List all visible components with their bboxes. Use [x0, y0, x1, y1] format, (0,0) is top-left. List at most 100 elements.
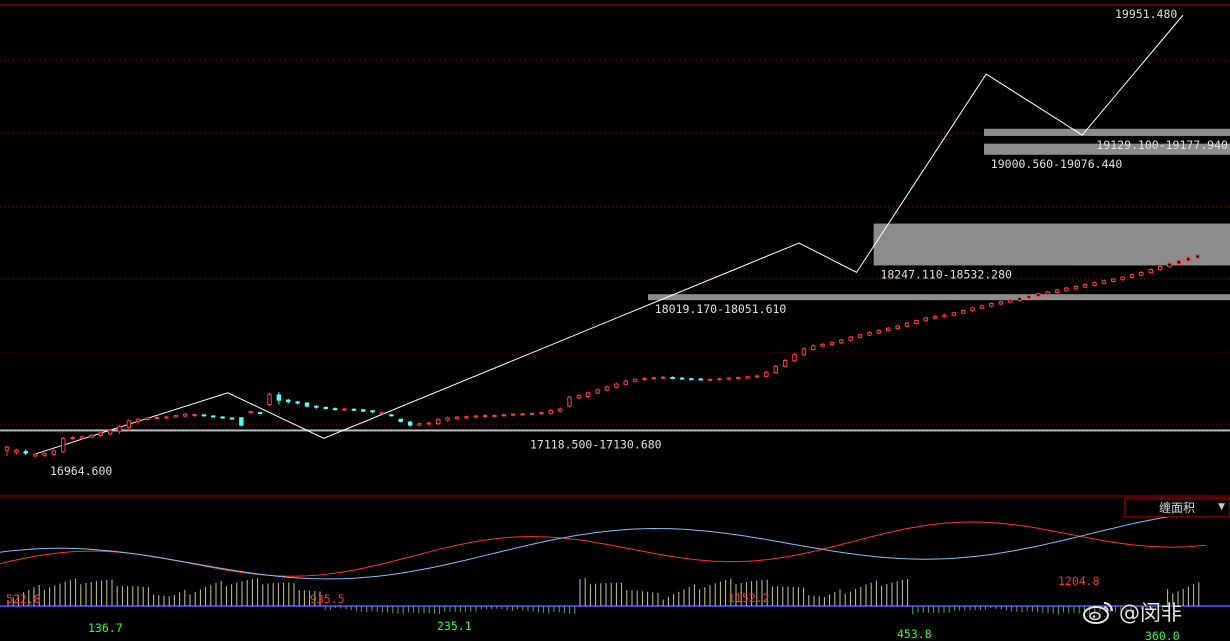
- candle: [764, 370, 769, 378]
- candle: [951, 311, 957, 317]
- indicator-value-label: 935.5: [310, 592, 345, 606]
- candle: [961, 309, 966, 315]
- candle: [576, 394, 582, 399]
- candle: [520, 413, 525, 416]
- candle: [726, 377, 732, 380]
- candle: [651, 376, 657, 380]
- candle: [436, 417, 441, 426]
- candle: [14, 448, 19, 455]
- candle: [154, 416, 160, 420]
- indicator-dropdown[interactable]: 缠面积 ▼: [1124, 498, 1230, 517]
- candle: [342, 408, 347, 411]
- candle: [1082, 283, 1088, 289]
- candle: [117, 425, 122, 434]
- candle: [23, 449, 28, 456]
- candle: [286, 398, 291, 404]
- indicator-value-label: 522.8: [6, 592, 41, 606]
- candle: [1092, 281, 1097, 287]
- indicator-labels: 522.8 136.7 935.5 235.1 1152.2 453.8 1204.8 360…: [6, 574, 1180, 641]
- candle: [707, 378, 713, 381]
- candle: [492, 414, 497, 418]
- candle: [614, 382, 619, 389]
- candle: [229, 417, 235, 420]
- candle: [1120, 276, 1125, 281]
- candle: [314, 405, 319, 409]
- candle: [482, 414, 488, 418]
- candle: [604, 385, 610, 392]
- candle: [4, 445, 10, 456]
- candle: [126, 419, 132, 431]
- candle: [417, 422, 422, 427]
- candle: [145, 416, 150, 421]
- indicator-value-label: 136.7: [88, 621, 123, 635]
- candle: [51, 449, 57, 456]
- candle: [248, 411, 253, 414]
- candle: [792, 353, 797, 362]
- candle: [182, 413, 188, 418]
- pivot-zone-label-2: 18247.110-18532.280: [880, 267, 1012, 281]
- candle: [1073, 285, 1078, 290]
- indicator-value-label: 235.1: [437, 619, 472, 633]
- candle: [98, 432, 103, 437]
- candle: [745, 375, 750, 379]
- candle: [295, 400, 300, 405]
- candle: [914, 319, 919, 325]
- candle: [473, 414, 478, 419]
- pivot-zone-label-4: 19129.100-19177.940: [1096, 138, 1228, 152]
- indicator-value-label: 1152.2: [728, 591, 770, 605]
- candle: [970, 306, 975, 313]
- candle: [754, 375, 760, 378]
- candle: [89, 433, 94, 439]
- candle: [557, 407, 563, 413]
- candle: [773, 364, 778, 374]
- candle: [820, 342, 825, 348]
- candle: [1036, 292, 1041, 298]
- candle: [876, 329, 882, 335]
- candle: [679, 376, 685, 380]
- candle: [267, 392, 272, 407]
- candle: [904, 322, 910, 328]
- candle: [136, 417, 141, 424]
- candle: [642, 377, 647, 381]
- candle: [389, 413, 394, 417]
- candle: [623, 379, 628, 386]
- candle: [895, 324, 900, 330]
- indicator-value-label: 360.0: [1145, 629, 1180, 641]
- candle: [989, 302, 994, 308]
- candle: [164, 415, 169, 419]
- candle: [426, 422, 432, 426]
- candlesticks: [4, 253, 1200, 458]
- candle: [998, 300, 1003, 305]
- candle: [782, 359, 788, 368]
- candle: [361, 408, 366, 413]
- candle: [942, 313, 947, 318]
- candle: [445, 416, 450, 422]
- candle: [539, 411, 544, 415]
- candle: [632, 378, 638, 383]
- candle: [1167, 262, 1172, 268]
- candle: [1129, 273, 1135, 279]
- pivot-zone-2: [873, 223, 1230, 266]
- candle: [932, 315, 938, 320]
- candle: [1195, 253, 1200, 260]
- candle: [501, 413, 507, 417]
- candle: [661, 376, 666, 380]
- candle: [548, 408, 553, 415]
- candle: [829, 341, 835, 346]
- candle: [1111, 277, 1116, 283]
- pivot-zones: 17118.500-17130.680 18019.170-18051.610 18…: [0, 128, 1230, 451]
- candle: [173, 414, 178, 419]
- candle: [886, 327, 891, 332]
- candle: [304, 401, 310, 408]
- candle: [211, 415, 216, 418]
- candle: [332, 407, 338, 411]
- candle: [239, 417, 244, 427]
- candle: [1017, 296, 1022, 302]
- candle: [454, 416, 460, 420]
- candle: [1054, 288, 1060, 294]
- candle: [192, 413, 197, 417]
- candle: [398, 418, 403, 423]
- indicator-panel: [0, 510, 1230, 615]
- candle: [323, 406, 328, 410]
- pivot-zone-label-1: 18019.170-18051.610: [655, 302, 787, 316]
